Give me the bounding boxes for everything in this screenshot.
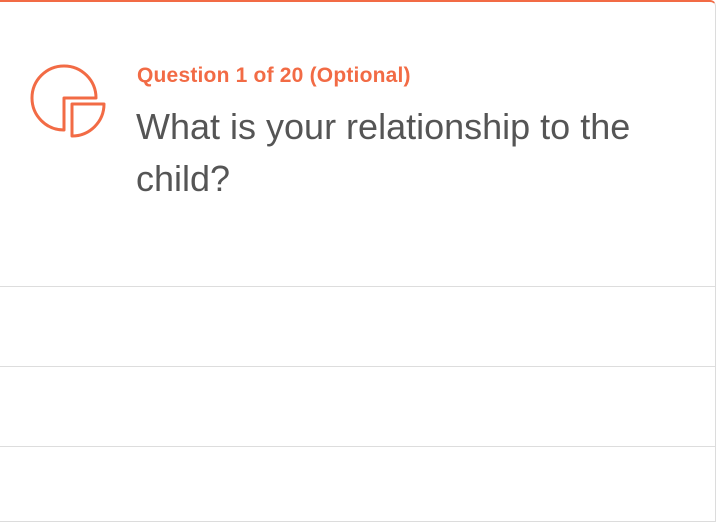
question-header: Question 1 of 20 (Optional) What is your… (0, 2, 715, 286)
answer-option-3[interactable] (0, 446, 715, 521)
question-title: What is your relationship to the child? (136, 106, 631, 199)
question-card: Question 1 of 20 (Optional) What is your… (0, 0, 716, 522)
answer-option-1[interactable] (0, 286, 715, 365)
question-counter: Question 1 of 20 (Optional) (137, 64, 411, 87)
pie-chart-icon (30, 62, 106, 138)
answer-option-2[interactable] (0, 366, 715, 445)
